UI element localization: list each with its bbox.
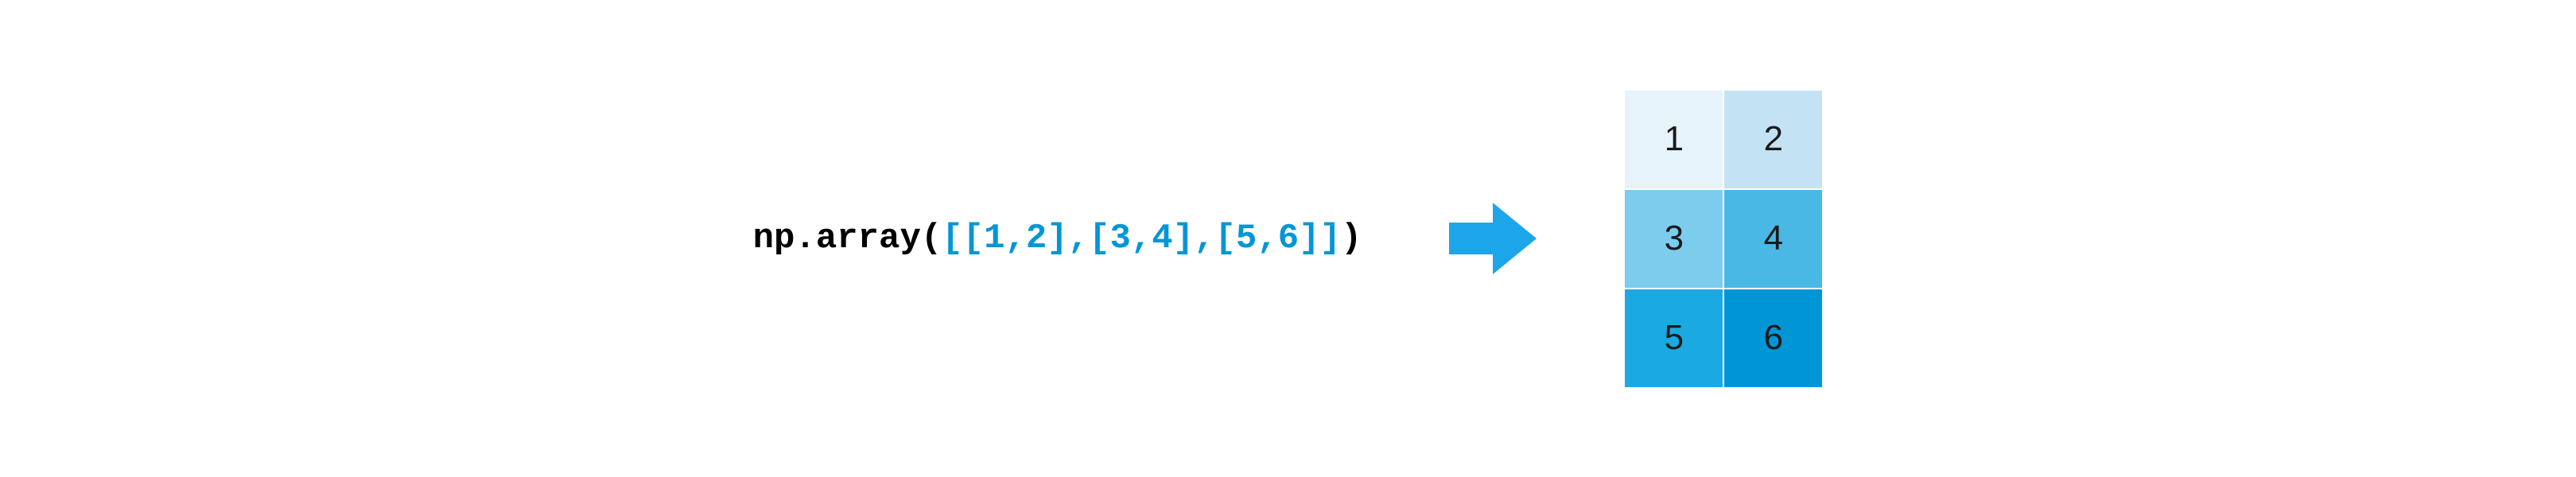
matrix-cell: 3 xyxy=(1624,189,1723,289)
code-suffix: ) xyxy=(1341,219,1362,258)
matrix-cell: 4 xyxy=(1723,189,1823,289)
code-expression: np.array([[1,2],[3,4],[5,6]]) xyxy=(753,219,1362,258)
matrix-cell: 5 xyxy=(1624,289,1723,388)
matrix-grid: 1 2 3 4 5 6 xyxy=(1624,90,1823,388)
matrix-cell: 2 xyxy=(1723,90,1823,189)
code-array-literal: [[1,2],[3,4],[5,6]] xyxy=(942,219,1341,258)
arrow-icon xyxy=(1449,199,1537,278)
code-prefix: np.array( xyxy=(753,219,942,258)
matrix-cell: 1 xyxy=(1624,90,1723,189)
diagram-container: np.array([[1,2],[3,4],[5,6]]) 1 2 3 4 5 … xyxy=(753,90,1824,388)
matrix-cell: 6 xyxy=(1723,289,1823,388)
